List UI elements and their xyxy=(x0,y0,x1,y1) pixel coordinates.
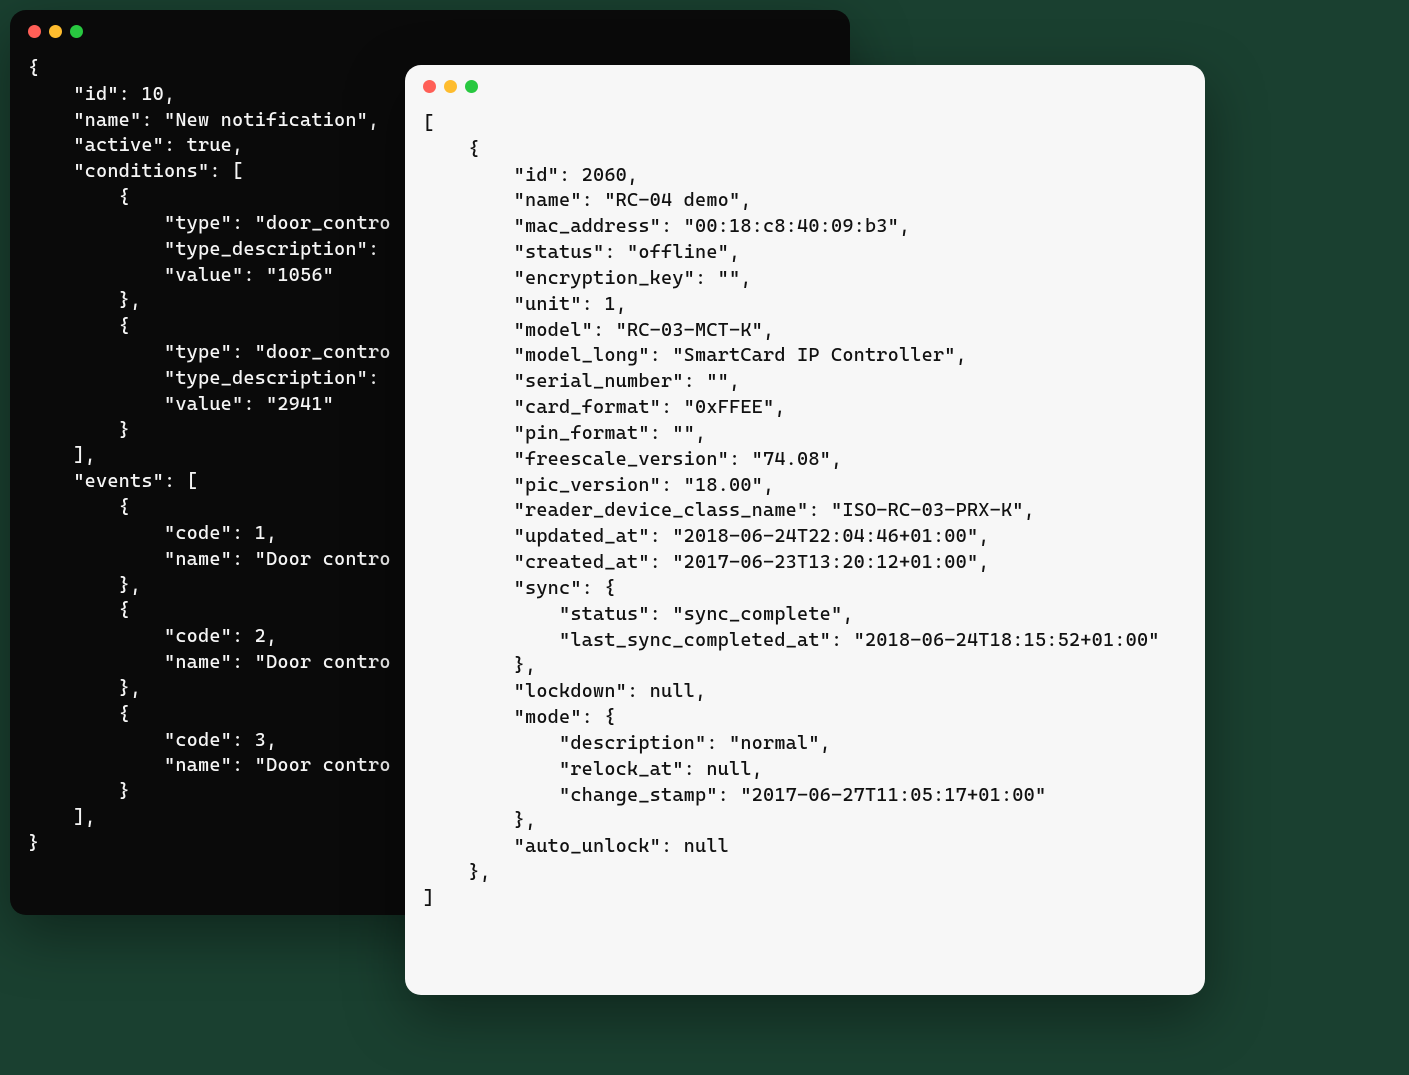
close-icon[interactable] xyxy=(28,25,41,38)
minimize-icon[interactable] xyxy=(49,25,62,38)
maximize-icon[interactable] xyxy=(70,25,83,38)
close-icon[interactable] xyxy=(423,80,436,93)
maximize-icon[interactable] xyxy=(465,80,478,93)
code-block-light: [ { "id": 2060, "name": "RC-04 demo", "m… xyxy=(405,107,1205,930)
minimize-icon[interactable] xyxy=(444,80,457,93)
titlebar-light xyxy=(405,65,1205,107)
terminal-window-light: [ { "id": 2060, "name": "RC-04 demo", "m… xyxy=(405,65,1205,995)
titlebar-dark xyxy=(10,10,850,52)
